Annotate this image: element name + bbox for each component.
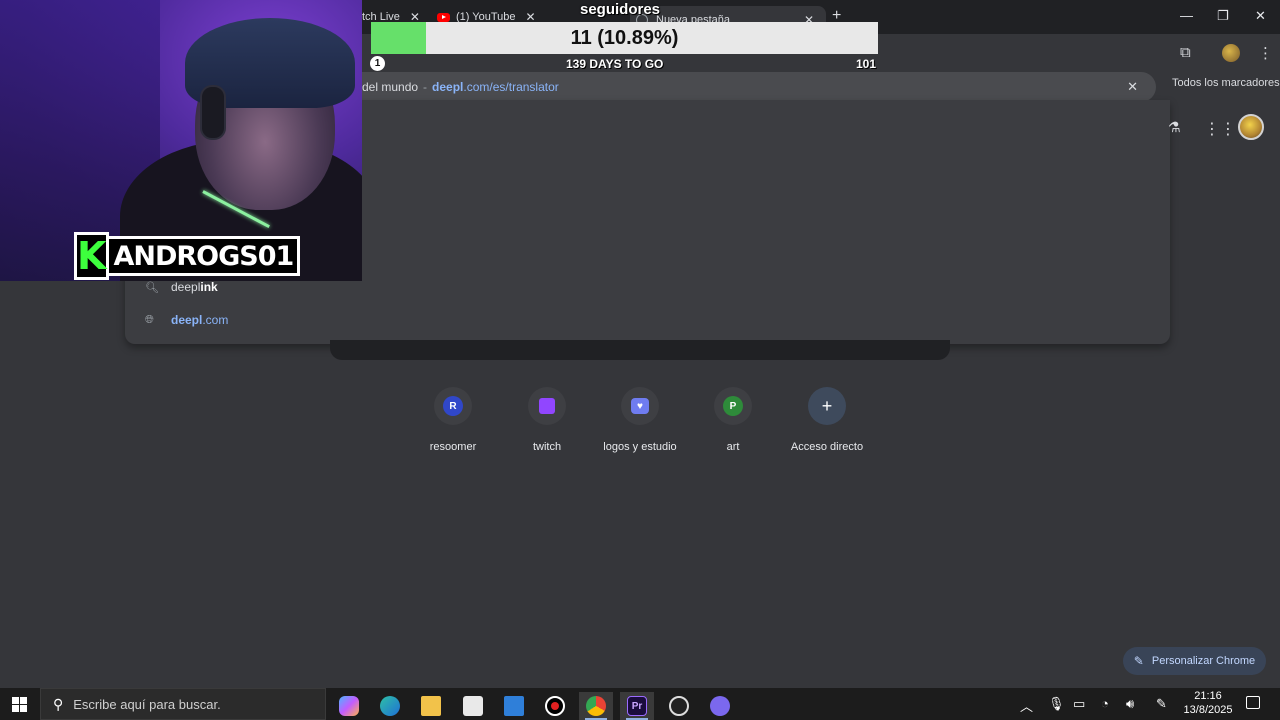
suggestion-url-bold: deepl [171,313,203,327]
google-search-box[interactable] [330,340,950,360]
extensions-icon[interactable]: ⧉ [1180,44,1191,61]
tray-battery-icon[interactable]: ▭ [1073,696,1085,712]
suggestion-search[interactable]: 🔍︎ deepl ink [145,280,218,294]
google-apps-icon[interactable]: ⋮⋮ [1204,119,1236,139]
follower-goal-target: 101 [856,57,877,71]
suggestion-completion: ink [200,280,218,294]
omnibox-title: del mundo [362,80,419,94]
record-icon [545,696,565,716]
windows-taskbar: ⚲ Escribe aquí para buscar. Pr ︿ 🎙︎ ▭ ◔ … [0,688,1280,720]
youtube-icon [437,12,450,22]
labs-flask-icon[interactable]: ⚗ [1168,119,1181,136]
shortcut-tile: + [808,387,846,425]
shortcut-add[interactable]: + Acceso directo [777,387,877,453]
copilot-icon [339,696,359,716]
tray-volume-icon[interactable]: 🔊︎ [1126,696,1134,712]
resoomer-icon: R [443,396,463,416]
discord-icon [710,696,730,716]
taskbar-clock[interactable]: 21:16 13/8/2025 [1180,689,1236,717]
webcam-overlay: K ANDROGS01 [0,0,362,281]
shortcut-label: Acceso directo [790,441,864,453]
close-window-icon[interactable]: ✕ [1255,8,1266,24]
shortcut-resoomer[interactable]: R resoomer [403,387,503,453]
shortcut-label: logos y estudio [603,441,677,453]
customize-chrome-button[interactable]: ✎ Personalizar Chrome [1123,647,1266,675]
taskbar-obs[interactable] [662,692,696,720]
customize-label: Personalizar Chrome [1151,655,1256,667]
taskbar-file-explorer[interactable] [414,692,448,720]
notifications-icon[interactable] [1246,696,1260,709]
follower-goal-start: 1 [370,56,385,71]
suggestion-typed: deepl [171,280,201,294]
clock-date: 13/8/2025 [1183,704,1233,716]
search-icon: ⚲ [53,695,64,712]
shortcut-label: twitch [532,441,562,453]
shortcut-tile: R [434,387,472,425]
art-icon: P [723,396,743,416]
omnibox-domain: deepl [432,80,464,94]
profile-avatar-icon[interactable] [1222,44,1240,62]
follower-goal-days: 139 DAYS TO GO [566,57,664,71]
taskbar-obs-record[interactable] [538,692,572,720]
store-icon [463,696,483,716]
shortcut-twitch[interactable]: twitch [497,387,597,453]
globe-icon: 🌐︎ [145,313,154,326]
suggestion-url[interactable]: 🌐︎ deepl .com [145,313,228,327]
shortcut-label: resoomer [429,441,477,453]
search-icon: 🔍︎ [145,281,159,294]
premiere-icon: Pr [627,696,647,716]
mail-icon [504,696,524,716]
shortcut-label: art [726,441,740,453]
clock-time: 21:16 [1194,690,1222,702]
restore-icon[interactable]: ❐ [1217,8,1229,24]
taskbar-search-placeholder: Escribe aquí para buscar. [73,696,221,712]
omnibox-separator: - [423,80,428,94]
shortcut-tile: P [714,387,752,425]
headset-icon [200,85,226,140]
windows-start-icon[interactable] [12,697,27,712]
shortcut-tile [528,387,566,425]
minimize-icon[interactable]: — [1180,8,1193,23]
tray-pen-icon[interactable]: ✎ [1156,696,1167,712]
follower-goal-title: seguidores [580,1,661,18]
tray-microphone-icon[interactable]: 🎙︎ [1048,696,1065,712]
badge-name: ANDROGS01 [109,236,301,276]
pencil-icon: ✎ [1133,654,1144,668]
taskbar-edge[interactable] [373,692,407,720]
taskbar-copilot[interactable] [332,692,366,720]
shortcut-tile: ♥ [621,387,659,425]
suggestion-url-rest: .com [202,313,229,327]
tray-chevron-up-icon[interactable]: ︿ [1020,696,1033,715]
edge-icon [380,696,400,716]
taskbar-mail[interactable] [497,692,531,720]
twitch-icon [539,398,555,414]
heart-icon: ♥ [631,398,649,414]
folder-icon [421,696,441,716]
taskbar-premiere[interactable]: Pr [620,692,654,720]
tray-network-icon[interactable]: ◔ [1101,696,1109,711]
taskbar-search-box[interactable]: ⚲ Escribe aquí para buscar. [40,688,326,720]
shortcut-logos-estudio[interactable]: ♥ logos y estudio [590,387,690,453]
omnibox-url-rest: .com/es/translator [463,80,559,94]
more-menu-icon[interactable]: ⋮ [1258,44,1273,62]
google-account-avatar[interactable] [1238,114,1264,140]
plus-icon: + [821,395,833,416]
chrome-icon [586,696,606,716]
badge-logo: K [74,232,110,280]
address-bar[interactable]: del mundo - deepl .com/es/translator ✕ [362,72,1156,102]
follower-goal-count: 11 (10.89%) [570,27,679,49]
clear-icon[interactable]: ✕ [1127,79,1138,95]
streamer-badge: K ANDROGS01 [74,232,301,280]
all-bookmarks-link[interactable]: Todos los marcadores [1172,77,1280,89]
shortcut-art[interactable]: P art [683,387,783,453]
obs-icon [669,696,689,716]
follower-goal-bar: 11 (10.89%) [371,22,878,54]
taskbar-chrome[interactable] [579,692,613,720]
taskbar-store[interactable] [456,692,490,720]
taskbar-discord[interactable] [703,692,737,720]
